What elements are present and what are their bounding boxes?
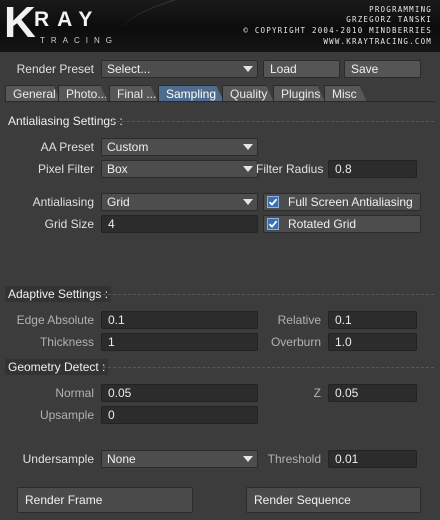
logo-subtitle: TRACING xyxy=(40,36,118,45)
tab-plugins[interactable]: Plugins xyxy=(273,85,325,102)
relative-label: Relative xyxy=(277,313,321,327)
tab-general[interactable]: General xyxy=(5,85,61,102)
tab-sampling[interactable]: Sampling xyxy=(158,85,224,102)
thickness-input[interactable]: 1 xyxy=(101,333,258,351)
pixel-filter-value: Box xyxy=(107,162,128,176)
chevron-down-icon xyxy=(243,66,253,72)
edge-absolute-input[interactable]: 0.1 xyxy=(101,311,258,329)
antialiasing-section-title: Antialiasing Settings : xyxy=(8,114,123,128)
section-divider xyxy=(103,294,434,296)
credit-author: GRZEGORZ TANSKI xyxy=(346,15,432,24)
normal-label: Normal xyxy=(55,386,94,400)
credit-website: WWW.KRAYTRACING.COM xyxy=(323,37,432,46)
load-preset-button[interactable]: Load xyxy=(263,60,340,78)
render-preset-label: Render Preset xyxy=(16,62,94,76)
antialiasing-value: Grid xyxy=(107,195,130,209)
chevron-down-icon xyxy=(243,166,253,172)
rotated-grid-label: Rotated Grid xyxy=(288,217,357,231)
section-divider xyxy=(103,367,434,369)
credit-programming: PROGRAMMING xyxy=(369,5,432,14)
chevron-down-icon xyxy=(243,456,253,462)
render-preset-value: Select... xyxy=(107,62,151,76)
tab-divider xyxy=(4,101,436,102)
tab-quality[interactable]: Quality xyxy=(222,85,274,102)
overburn-input[interactable]: 1.0 xyxy=(328,333,417,351)
undersample-label: Undersample xyxy=(22,452,94,466)
section-divider xyxy=(112,121,434,123)
header-banner: K RAY TRACING PROGRAMMING GRZEGORZ TANSK… xyxy=(0,0,440,52)
full-screen-aa-checkbox[interactable]: Full Screen Antialiasing xyxy=(263,193,421,211)
aa-preset-dropdown[interactable]: Custom xyxy=(101,138,258,156)
aa-preset-value: Custom xyxy=(107,140,149,154)
geometry-section-title: Geometry Detect : xyxy=(5,359,109,375)
render-frame-button[interactable]: Render Frame xyxy=(17,487,193,513)
antialiasing-label: Antialiasing xyxy=(32,195,94,209)
z-input[interactable]: 0.05 xyxy=(328,384,417,402)
credit-copyright: © COPYRIGHT 2004-2010 MINDBERRIES xyxy=(243,26,432,35)
logo-letter: K xyxy=(4,0,36,47)
filter-radius-input[interactable]: 0.8 xyxy=(328,160,417,178)
edge-absolute-label: Edge Absolute xyxy=(16,313,94,327)
pixel-filter-dropdown[interactable]: Box xyxy=(101,160,258,178)
kray-render-panel: K RAY TRACING PROGRAMMING GRZEGORZ TANSK… xyxy=(0,0,440,520)
overburn-label: Overburn xyxy=(270,335,321,349)
undersample-value: None xyxy=(107,452,136,466)
threshold-input[interactable]: 0.01 xyxy=(328,450,417,468)
render-preset-dropdown[interactable]: Select... xyxy=(101,60,258,78)
upsample-label: Upsample xyxy=(39,408,94,422)
threshold-label: Threshold xyxy=(267,452,321,466)
normal-input[interactable]: 0.05 xyxy=(101,384,258,402)
adaptive-section-title: Adaptive Settings : xyxy=(5,286,112,302)
relative-input[interactable]: 0.1 xyxy=(328,311,417,329)
tab-misc[interactable]: Misc xyxy=(324,85,367,102)
tab-photon[interactable]: Photo... xyxy=(58,85,108,102)
chevron-down-icon xyxy=(243,199,253,205)
rotated-grid-checkbox[interactable]: Rotated Grid xyxy=(263,215,421,233)
checkmark-icon xyxy=(267,218,279,230)
upsample-input[interactable]: 0 xyxy=(101,406,258,424)
undersample-dropdown[interactable]: None xyxy=(101,450,258,468)
save-preset-button[interactable]: Save xyxy=(344,60,421,78)
pixel-filter-label: Pixel Filter xyxy=(37,162,94,176)
aa-preset-label: AA Preset xyxy=(40,140,94,154)
thickness-label: Thickness xyxy=(39,335,94,349)
logo-wordmark: RAY xyxy=(34,8,101,31)
tab-final-gather[interactable]: Final ... xyxy=(109,85,158,102)
grid-size-input[interactable]: 4 xyxy=(101,215,258,233)
checkmark-icon xyxy=(267,196,279,208)
render-sequence-button[interactable]: Render Sequence xyxy=(246,487,421,513)
chevron-down-icon xyxy=(243,144,253,150)
z-label: Z xyxy=(313,386,321,400)
grid-size-label: Grid Size xyxy=(44,217,94,231)
filter-radius-label: Filter Radius xyxy=(256,162,324,176)
full-screen-aa-label: Full Screen Antialiasing xyxy=(288,195,413,209)
antialiasing-dropdown[interactable]: Grid xyxy=(101,193,258,211)
